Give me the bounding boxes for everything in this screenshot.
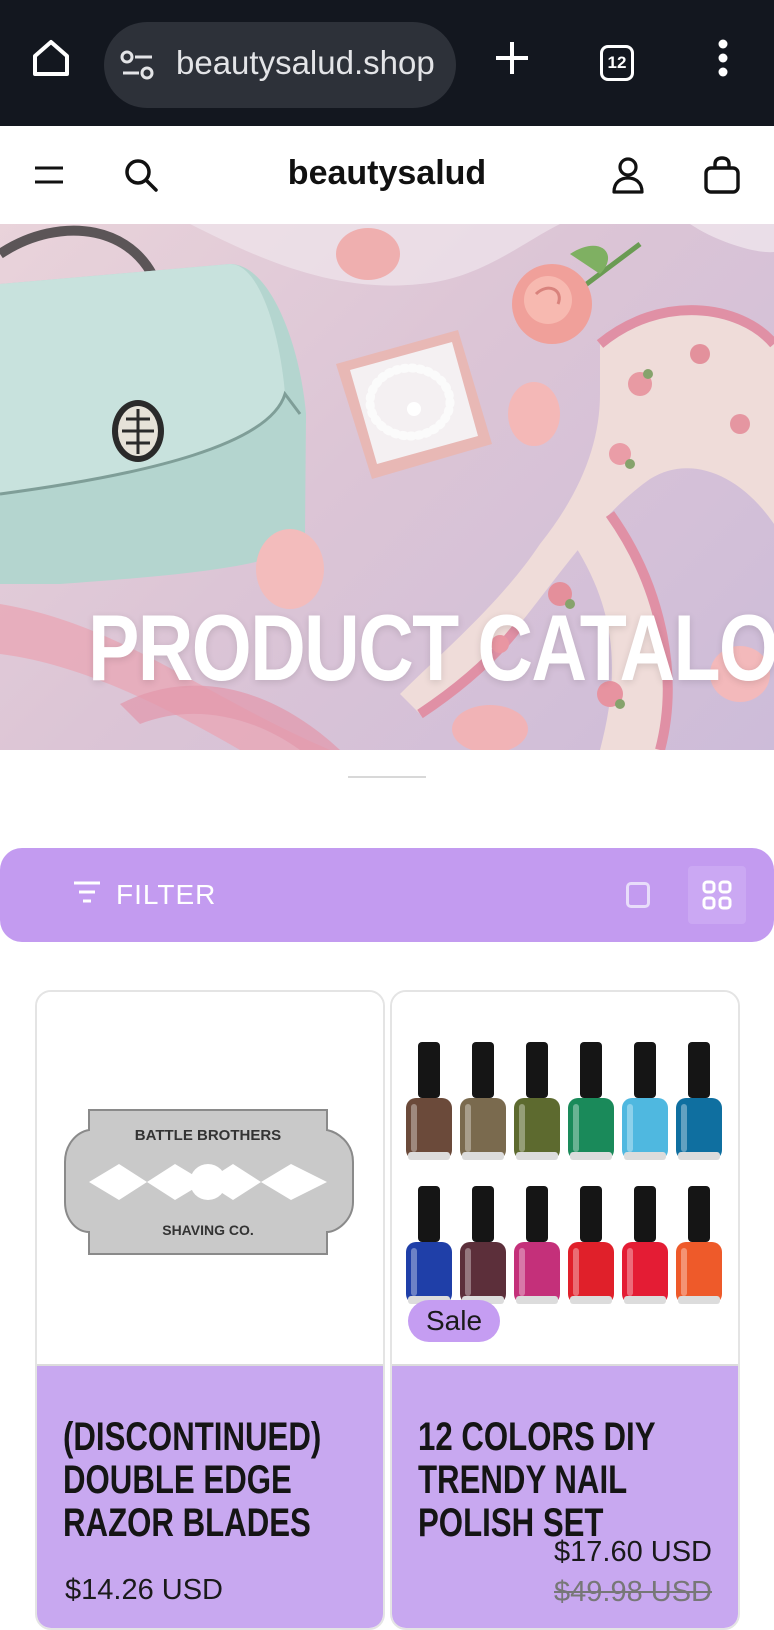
nail-polish-bottle <box>460 1042 506 1160</box>
nail-polish-bottle <box>622 1042 668 1160</box>
nail-polish-bottle <box>514 1186 560 1304</box>
nail-polish-bottle <box>676 1186 722 1304</box>
product-image[interactable]: Sale <box>392 992 738 1364</box>
product-info: 12 COLORS DIY TRENDY NAIL POLISH SET $17… <box>392 1364 738 1628</box>
brand-logo[interactable]: beautysalud <box>0 154 774 193</box>
product-price: $14.26 USD <box>65 1574 223 1606</box>
sale-badge: Sale <box>408 1300 501 1342</box>
account-icon[interactable] <box>603 150 653 200</box>
product-price: $17.60 USD <box>554 1536 712 1568</box>
filter-button[interactable]: FILTER <box>72 872 216 918</box>
nail-polish-bottle <box>514 1042 560 1160</box>
nail-polish-bottle <box>622 1186 668 1304</box>
nail-polish-bottle <box>406 1042 452 1160</box>
product-info: (DISCONTINUED) DOUBLE EDGE RAZOR BLADES … <box>37 1364 383 1628</box>
hero-title: PRODUCT CATALOG <box>88 595 774 700</box>
nail-polish-bottle <box>460 1186 506 1304</box>
filter-icon <box>72 879 102 912</box>
new-tab-icon[interactable] <box>484 30 540 86</box>
nail-polish-bottle <box>406 1186 452 1304</box>
product-card[interactable]: Sale 12 COLORS DIY TRENDY NAIL POLISH SE… <box>390 990 740 1630</box>
address-bar[interactable]: beautysalud.shop <box>104 22 456 108</box>
product-title[interactable]: (DISCONTINUED) DOUBLE EDGE RAZOR BLADES <box>63 1416 363 1545</box>
filter-toolbar: FILTER <box>0 848 774 942</box>
nail-polish-bottle <box>568 1042 614 1160</box>
filter-label: FILTER <box>116 879 217 910</box>
nail-polish-bottle <box>676 1042 722 1160</box>
tab-switcher-icon[interactable]: 12 <box>600 45 634 81</box>
grid-view-button[interactable] <box>688 866 746 924</box>
product-image[interactable]: BATTLE BROTHERS SHAVING CO. <box>37 992 383 1364</box>
site-settings-icon[interactable] <box>120 49 156 86</box>
hero-banner: PRODUCT CATALOG <box>0 224 774 750</box>
single-column-view-icon[interactable] <box>626 882 650 908</box>
grid-view-icon <box>702 880 732 910</box>
section-divider <box>348 776 426 778</box>
cart-icon[interactable] <box>697 150 747 200</box>
product-image-text-top: BATTLE BROTHERS <box>135 1127 281 1144</box>
url-text[interactable]: beautysalud.shop <box>176 44 446 82</box>
product-compare-price: $49.98 USD <box>554 1576 712 1608</box>
more-options-icon[interactable] <box>695 30 751 86</box>
site-header: beautysalud <box>0 126 774 224</box>
browser-toolbar: beautysalud.shop 12 <box>0 0 774 126</box>
nail-polish-bottle <box>568 1186 614 1304</box>
home-icon[interactable] <box>23 30 79 86</box>
product-image-text-bottom: SHAVING CO. <box>162 1222 254 1238</box>
product-title[interactable]: 12 COLORS DIY TRENDY NAIL POLISH SET <box>418 1416 718 1545</box>
product-card[interactable]: BATTLE BROTHERS SHAVING CO. (DISCONTINUE… <box>35 990 385 1630</box>
